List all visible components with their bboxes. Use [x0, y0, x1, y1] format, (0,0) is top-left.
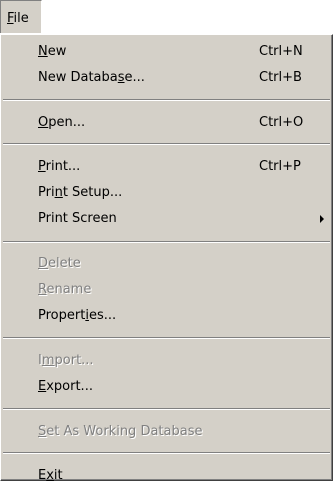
menu-item-label: Import...	[38, 353, 94, 368]
menu-separator	[3, 337, 330, 339]
menu-separator	[3, 408, 330, 410]
menu-separator	[3, 99, 330, 101]
submenu-arrow-icon	[320, 215, 324, 223]
menu-item-label: Properties...	[38, 308, 117, 323]
menu-item-delete: Delete	[1, 251, 332, 277]
menu-separator	[3, 241, 330, 243]
menu-item-label: Export...	[38, 379, 93, 394]
menu-item-label: New	[38, 44, 67, 59]
menu-item-new[interactable]: New Ctrl+N	[1, 39, 332, 65]
menu-item-shortcut: Ctrl+N	[259, 44, 303, 59]
menubar: File	[0, 0, 333, 34]
menu-item-label: Print...	[38, 159, 81, 174]
menu-item-print[interactable]: Print... Ctrl+P	[1, 154, 332, 180]
file-menu-title[interactable]: File	[0, 0, 42, 33]
menu-item-print-setup[interactable]: Print Setup...	[1, 180, 332, 206]
menu-separator	[3, 452, 330, 454]
menu-separator	[3, 143, 330, 145]
menu-item-import: Import...	[1, 348, 332, 374]
menu-item-label: Print Setup...	[38, 185, 123, 200]
menu-item-label: Delete	[38, 256, 81, 271]
menu-item-label: Open...	[38, 115, 86, 130]
menu-item-rename: Rename	[1, 277, 332, 303]
file-dropdown-menu: New Ctrl+N New Database... Ctrl+B Open... Ctr…	[0, 34, 333, 483]
menu-item-label: New Database...	[38, 70, 145, 85]
menu-item-label: Print Screen	[38, 211, 117, 226]
menu-item-set-as-working-database: Set As Working Database	[1, 419, 332, 445]
menu-item-exit[interactable]: Exit	[1, 463, 332, 489]
menu-item-shortcut: Ctrl+P	[259, 159, 301, 174]
file-menu-label: File	[7, 11, 29, 26]
menu-item-label: Exit	[38, 468, 63, 483]
menu-item-label: Set As Working Database	[38, 424, 203, 439]
menu-item-shortcut: Ctrl+O	[259, 115, 304, 130]
menu-item-open[interactable]: Open... Ctrl+O	[1, 110, 332, 136]
menu-item-properties[interactable]: Properties...	[1, 303, 332, 329]
menu-item-label: Rename	[38, 282, 92, 297]
menu-item-new-database[interactable]: New Database... Ctrl+B	[1, 65, 332, 91]
menu-item-shortcut: Ctrl+B	[259, 70, 302, 85]
menu-item-export[interactable]: Export...	[1, 374, 332, 400]
menu-item-print-screen[interactable]: Print Screen	[1, 206, 332, 232]
